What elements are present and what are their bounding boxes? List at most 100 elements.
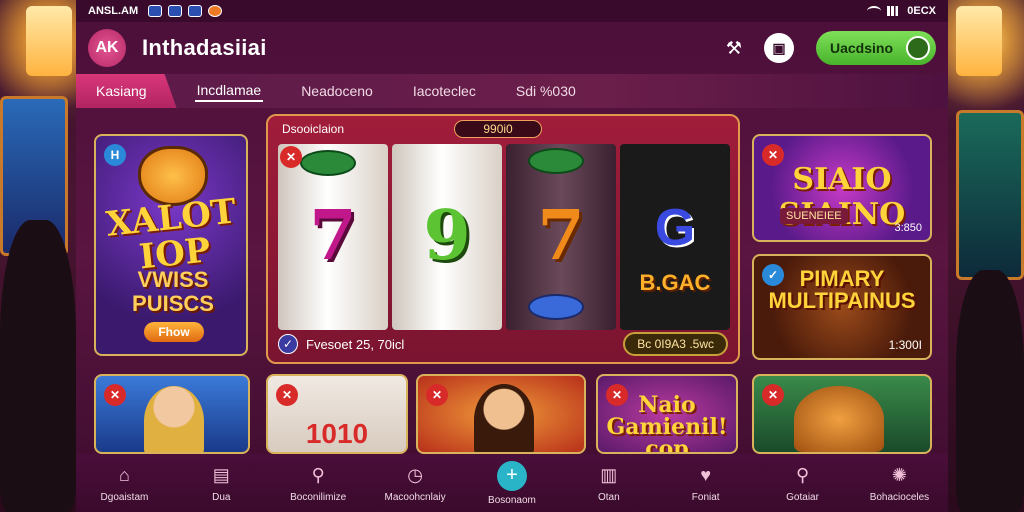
status-bar: ANSL.AM 0ECX <box>76 0 948 22</box>
card-badge: H <box>104 144 126 166</box>
reel-symbol: 9 <box>423 196 471 276</box>
main-content: H XALOT IOP VWISS PUISCS Fhow Dsooiclaio… <box>76 108 948 454</box>
card-badge: ✕ <box>606 384 628 406</box>
game-card-tiger[interactable]: H XALOT IOP VWISS PUISCS Fhow <box>94 134 248 356</box>
siaino-price: 3:850 <box>894 222 922 234</box>
game-card-tiger2[interactable]: ✕ <box>752 374 932 454</box>
nav-label: Gotaiar <box>786 491 819 503</box>
game-card-woman[interactable]: ✕ <box>94 374 250 454</box>
media-icon <box>188 5 203 17</box>
tool-icon[interactable]: ⚒ <box>726 38 742 59</box>
card-badge: ✓ <box>762 264 784 286</box>
nav-label: Otan <box>597 491 620 503</box>
tiger-figure <box>794 386 884 452</box>
multi-price: 1:300I <box>888 338 922 352</box>
app-notification-icon <box>208 5 223 17</box>
tab-iacoteclec[interactable]: Iacoteclec <box>393 74 496 108</box>
nav-label: Bosonaom <box>488 494 536 506</box>
reel-3: 7 <box>506 144 616 330</box>
slot-reels: 7 ✕ 9 7 G B.GAC <box>278 144 730 330</box>
nav-item-settings[interactable]: ✺ Bohacioceles <box>851 464 947 503</box>
card-badge: ✕ <box>762 144 784 166</box>
search-icon: ⚲ <box>311 465 325 485</box>
tab-bar: Kasiang Incdlamae Neadoceno Iacoteclec S… <box>76 74 948 108</box>
plus-icon: + <box>496 460 527 491</box>
nav-item-plus[interactable]: + Bosonaom <box>464 460 560 506</box>
status-right: 0ECX <box>867 5 936 17</box>
chip-icon <box>528 148 584 174</box>
settings-icon: ✺ <box>891 465 907 485</box>
bet-text: Fvesoet 25, 70icl <box>306 336 405 352</box>
lamp-right <box>956 6 1002 76</box>
game-card-siaino[interactable]: ✕ SIAIO SIAINO SUENEIEE 3:850 <box>752 134 932 242</box>
tiger-card-subtitle: VWISS PUISCS <box>132 267 214 316</box>
signal-icon <box>887 6 902 16</box>
tab-incdlamae[interactable]: Incdlamae <box>194 80 264 102</box>
slot-title: Dsooiclaion <box>282 122 345 136</box>
bottom-nav: ⌂ Dgoaistam ▤ Dua ⚲ Boconilimize ◷ Macoo… <box>76 454 948 512</box>
bg-person-right <box>956 270 1024 512</box>
nav-item-bag[interactable]: ▥ Otan <box>561 464 657 503</box>
tab-sdi[interactable]: Sdi %030 <box>496 74 596 108</box>
nav-label: Foniat <box>691 491 720 503</box>
cta-button[interactable]: Uacdsino <box>816 31 936 65</box>
bg-person-left <box>0 220 76 512</box>
reel-symbol: G <box>654 199 696 257</box>
nav-item-wallet[interactable]: ▤ Dua <box>173 464 269 503</box>
game-card-man[interactable]: ✕ <box>416 374 586 454</box>
search-icon: ⚲ <box>795 465 810 485</box>
header-actions: ⚒ ▣ Uacdsino <box>726 31 936 65</box>
man-figure <box>474 384 534 452</box>
avatar[interactable]: AK <box>88 29 126 67</box>
wallet-icon: ▤ <box>212 465 230 485</box>
chip-icon <box>300 150 356 176</box>
woman-figure <box>144 386 204 452</box>
message-icon <box>168 5 183 17</box>
reel-symbol: 7 <box>537 196 585 276</box>
game-card-1010[interactable]: ✕ 1010 <box>266 374 408 454</box>
nav-item-clock[interactable]: ◷ Macoohcnlaiy <box>367 464 463 503</box>
status-time: ANSL.AM <box>88 5 139 17</box>
notification-icon <box>148 5 163 17</box>
balance-display: Bc 0I9A3 .5wc <box>623 332 728 356</box>
bg-slot-machine-right <box>956 110 1024 280</box>
b2-title: 1010 <box>305 418 369 449</box>
tiger-card-button[interactable]: Fhow <box>144 322 204 342</box>
status-notification-icons <box>148 5 223 17</box>
profile-icon[interactable]: ▣ <box>764 33 794 63</box>
info-icon[interactable]: ✓ <box>278 334 298 354</box>
nav-item-search-2[interactable]: ⚲ Gotaiar <box>755 464 851 503</box>
chip-icon <box>528 294 584 320</box>
card-badge: ✕ <box>276 384 298 406</box>
tab-neadoceno[interactable]: Neadoceno <box>281 74 393 108</box>
tab-kasiang[interactable]: Kasiang <box>76 74 177 108</box>
nav-item-heart[interactable]: ♥ Foniat <box>658 464 754 503</box>
game-card-gamienil[interactable]: ✕ Naio Gamienil! cop <box>596 374 738 454</box>
nav-label: Dua <box>212 491 231 503</box>
nav-item-home[interactable]: ⌂ Dgoaistam <box>76 464 172 503</box>
lamp-left <box>26 6 72 76</box>
app-title: Inthadasiiai <box>142 35 267 60</box>
cta-label: Uacdsino <box>830 40 894 56</box>
reel-2: 9 <box>392 144 502 330</box>
nav-label: Bohacioceles <box>869 491 930 503</box>
reel-symbol: 7 <box>309 196 357 276</box>
clock-icon: ◷ <box>407 465 423 485</box>
close-icon[interactable]: ✕ <box>280 146 302 168</box>
wifi-icon <box>867 6 882 16</box>
nav-item-search[interactable]: ⚲ Boconilimize <box>270 464 366 503</box>
slot-machine[interactable]: Dsooiclaion 990i0 7 ✕ 9 7 G B.GAC ✓ Fves… <box>266 114 740 364</box>
siaino-subtitle: SUENEIEE <box>780 208 848 224</box>
nav-label: Dgoaistam <box>100 491 149 503</box>
heart-icon: ♥ <box>700 465 712 485</box>
nav-label: Macoohcnlaiy <box>384 491 446 503</box>
battery-text: 0ECX <box>907 5 936 17</box>
nav-label: Boconilimize <box>290 491 347 503</box>
bag-icon: ▥ <box>600 465 618 485</box>
reel-1: 7 ✕ <box>278 144 388 330</box>
slot-jackpot: 990i0 <box>454 120 543 138</box>
home-icon: ⌂ <box>119 465 130 485</box>
reel-4: G B.GAC <box>620 144 730 330</box>
reel-caption: B.GAC <box>639 270 711 295</box>
game-card-multipainus[interactable]: ✓ PIMARY MULTIPAINUS 1:300I <box>752 254 932 360</box>
